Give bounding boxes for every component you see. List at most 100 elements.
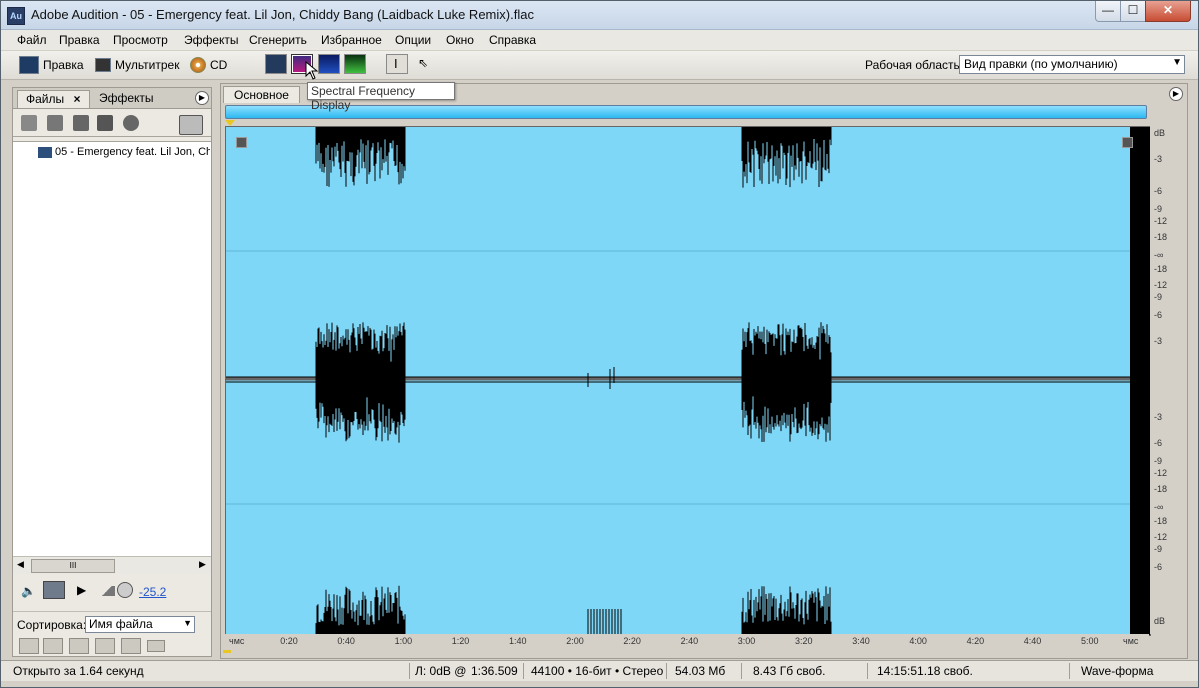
filter-video-icon[interactable] [69, 638, 89, 654]
timer-icon[interactable] [123, 115, 139, 131]
maximize-button[interactable]: ☐ [1120, 1, 1146, 22]
maximize-icon: ☐ [1127, 3, 1139, 17]
main-toolbar: Правка Мультитрек CD I ⇖ Рабочая область… [1, 51, 1198, 80]
filter-cue-icon[interactable] [147, 640, 165, 652]
tab-effects[interactable]: Эффекты [91, 90, 162, 107]
loop-button[interactable] [43, 581, 65, 599]
marquee-tool-button[interactable]: ⇖ [413, 54, 435, 74]
panel-menu-icon[interactable]: ▶ [1169, 87, 1183, 101]
app-window: Au Adobe Audition - 05 - Emergency feat.… [0, 0, 1199, 688]
marquee-arrow-icon: ⇖ [418, 56, 429, 70]
db-tick: -6 [1154, 438, 1163, 448]
waveform-display[interactable] [225, 126, 1151, 636]
cd-view-button[interactable]: CD [190, 55, 227, 75]
filter-waveform-icon[interactable] [19, 638, 39, 654]
db-tick: -3 [1154, 154, 1163, 164]
db-tick: -∞ [1154, 250, 1164, 260]
tab-files[interactable]: Файлы × [17, 90, 90, 108]
volume-knob[interactable] [117, 582, 133, 598]
timeline-tick: 1:20 [451, 636, 470, 646]
waveform-display-button[interactable] [265, 54, 287, 74]
waveform-svg [226, 127, 1150, 635]
timeline-ruler[interactable]: чмс 0:20 0:40 1:00 1:20 1:40 2:00 2:20 2:40 3:00 3… [225, 634, 1149, 650]
open-file-icon[interactable] [21, 115, 37, 131]
timeline-tick: 2:20 [623, 636, 641, 646]
menu-help[interactable]: Справка [489, 33, 536, 47]
files-panel: Файлы × Эффекты ▶ 05 - Emergency feat. L… [12, 87, 212, 657]
chevron-down-icon: ▼ [1172, 57, 1182, 68]
db-tick: -9 [1154, 292, 1163, 302]
workspace-value: Вид правки (по умолчанию) [964, 57, 1118, 71]
ibeam-icon: I [394, 56, 398, 71]
minimize-button[interactable]: — [1095, 1, 1121, 22]
tab-main[interactable]: Основное [223, 86, 300, 103]
tab-files-label: Файлы [26, 92, 65, 106]
scroll-left-icon[interactable]: ◀ [17, 559, 24, 570]
timeline-tick: 4:20 [966, 636, 985, 646]
menu-file[interactable]: Файл [17, 33, 47, 47]
close-button[interactable]: ✕ [1145, 1, 1191, 22]
chevron-down-icon: ▼ [183, 618, 192, 628]
audition-app-icon: Au [7, 7, 25, 25]
edit-view-button[interactable]: Правка [19, 55, 84, 75]
sort-select[interactable]: Имя файла ▼ [85, 616, 195, 633]
menu-generate[interactable]: Сгенерить [249, 33, 307, 47]
sort-value: Имя файла [89, 617, 153, 631]
status-position: 1:36.509 [471, 664, 518, 678]
preview-transport: 🔈 ▶ -25.2 [13, 578, 211, 604]
menu-effects[interactable]: Эффекты [184, 33, 239, 47]
db-tick: -12 [1154, 216, 1168, 226]
status-format: 44100 • 16-бит • Стерео [531, 664, 664, 678]
file-list: 05 - Emergency feat. Lil Jon, Chiddy Ban… [13, 141, 211, 556]
db-tick: -6 [1154, 310, 1163, 320]
status-free-disk: 8.43 Гб своб. [753, 664, 826, 678]
db-tick: dB [1154, 128, 1166, 138]
multitrack-label: Мультитрек [115, 58, 180, 72]
db-tick: -3 [1154, 336, 1163, 346]
fade-out-handle[interactable] [1122, 137, 1133, 148]
file-filter-toolbar [13, 636, 211, 656]
panel-menu-icon[interactable]: ▶ [195, 91, 209, 105]
close-tab-icon[interactable]: × [73, 92, 80, 106]
menu-edit[interactable]: Правка [59, 33, 100, 47]
show-options-icon[interactable] [179, 115, 203, 135]
multitrack-view-button[interactable]: Мультитрек [95, 55, 179, 75]
close-file-icon[interactable] [47, 115, 63, 131]
speaker-icon[interactable]: 🔈 [21, 584, 36, 598]
menu-favorites[interactable]: Избранное [321, 33, 382, 47]
spectral-pan-button[interactable] [318, 54, 340, 74]
play-icon[interactable]: ▶ [77, 583, 86, 597]
filter-midi-icon[interactable] [95, 638, 115, 654]
list-item[interactable]: 05 - Emergency feat. Lil Jon, Chiddy Ban… [38, 146, 210, 158]
scroll-right-icon[interactable]: ▶ [199, 559, 206, 570]
fade-in-handle[interactable] [236, 137, 247, 148]
volume-value[interactable]: -25.2 [139, 585, 166, 599]
timeline-tick: 3:00 [737, 636, 756, 646]
status-free-time: 14:15:51.18 своб. [877, 664, 973, 678]
timeline-tick: 0:20 [280, 636, 298, 646]
filter-funnel-icon[interactable] [121, 638, 141, 654]
horizontal-scrollbar[interactable]: ◀ III ▶ [13, 556, 211, 574]
sort-row: Сортировка: Имя файла ▼ [13, 611, 211, 634]
title-bar[interactable]: Au Adobe Audition - 05 - Emergency feat.… [1, 1, 1198, 30]
edit-waveform-icon [19, 56, 39, 74]
spectral-phase-button[interactable] [344, 54, 366, 74]
menu-view[interactable]: Просмотр [113, 33, 168, 47]
editor-panel: Основное ▶ dB -3 -6 -9 -12 -18 -∞ -18 -1… [220, 83, 1188, 659]
playhead-bottom-marker-icon[interactable] [223, 650, 231, 653]
insert-cd-icon[interactable] [97, 115, 113, 131]
timeline-tick: 1:40 [509, 636, 527, 646]
status-level: Л: 0dB @ [415, 664, 467, 678]
file-toolbar [13, 110, 211, 137]
filter-loop-icon[interactable] [43, 638, 63, 654]
db-scale: dB -3 -6 -9 -12 -18 -∞ -18 -12 -9 -6 -3 … [1150, 126, 1186, 634]
time-selection-tool-button[interactable]: I [386, 54, 408, 74]
workspace-select[interactable]: Вид правки (по умолчанию) ▼ [959, 55, 1185, 74]
overview-bar[interactable] [225, 105, 1147, 119]
menu-options[interactable]: Опции [395, 33, 431, 47]
scroll-thumb[interactable]: III [31, 559, 115, 573]
timeline-tick: 0:40 [337, 636, 355, 646]
insert-multitrack-icon[interactable] [73, 115, 89, 131]
menu-window[interactable]: Окно [446, 33, 474, 47]
db-tick: -9 [1154, 204, 1163, 214]
